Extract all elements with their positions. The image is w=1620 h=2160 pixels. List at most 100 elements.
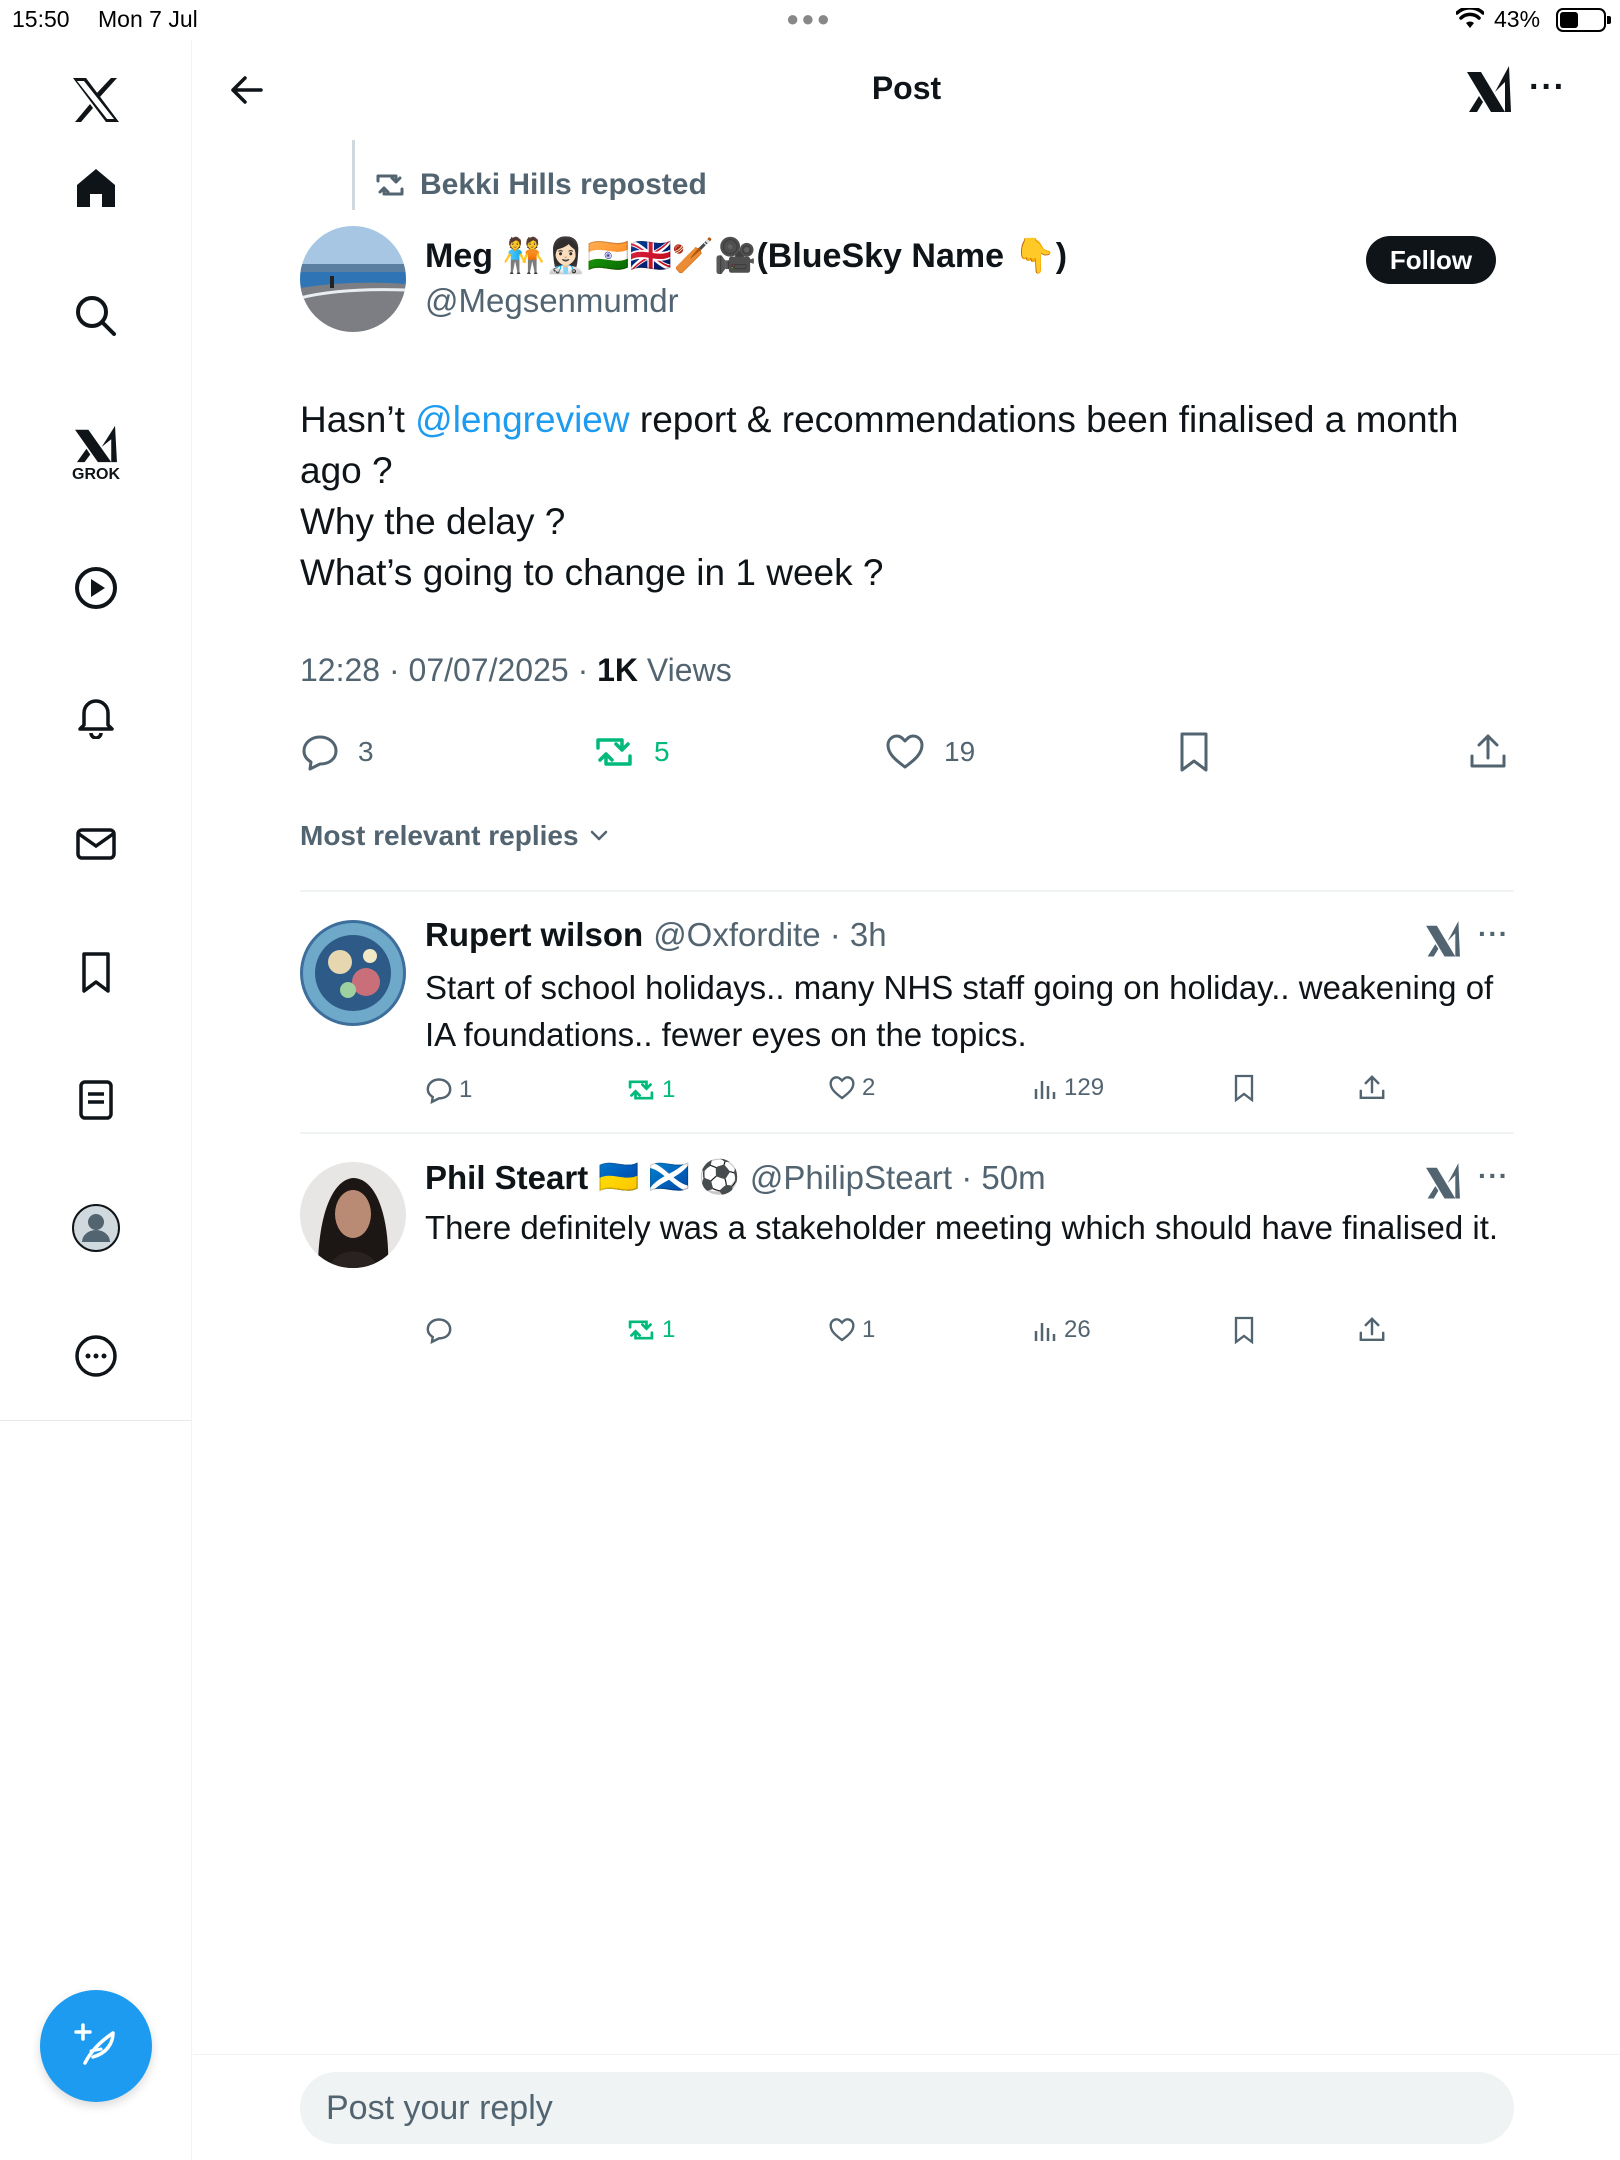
avatar[interactable]	[300, 226, 406, 332]
post-text-line3: What’s going to change in 1 week ?	[300, 552, 884, 593]
reply-repost-button[interactable]: 1	[626, 1316, 675, 1344]
reply-button[interactable]: 3	[300, 722, 374, 782]
reply-bar-divider	[193, 2054, 1620, 2055]
reply-count: 3	[358, 736, 374, 767]
reply-views-button[interactable]: 26	[1032, 1316, 1091, 1344]
follow-button[interactable]: Follow	[1366, 236, 1496, 284]
reply-more-options[interactable]: ···	[1478, 1160, 1509, 1192]
bookmark-icon	[1180, 732, 1208, 772]
repost-icon	[376, 174, 404, 196]
grok-icon[interactable]	[1465, 62, 1513, 114]
reply-share-button[interactable]	[1358, 1074, 1386, 1102]
share-icon	[1359, 1317, 1385, 1342]
reply-avatar[interactable]	[300, 920, 406, 1026]
mention-link[interactable]: @lengreview	[415, 399, 629, 440]
like-button[interactable]: 19	[884, 722, 975, 782]
reply-author-name[interactable]: Rupert wilson	[425, 916, 643, 954]
reply-share-button[interactable]	[1358, 1316, 1386, 1344]
reply-reply-count: 1	[459, 1076, 473, 1103]
video-icon[interactable]	[66, 558, 126, 618]
artwork-avatar-image	[300, 920, 406, 1026]
reply-like-count: 2	[862, 1074, 876, 1101]
reply-repost-button[interactable]: 1	[626, 1076, 675, 1104]
repost-indicator[interactable]: Bekki Hills reposted	[374, 168, 707, 202]
repost-button[interactable]: 5	[592, 722, 670, 782]
grok-icon[interactable]	[1424, 918, 1462, 958]
reply-like-count: 1	[862, 1316, 876, 1343]
reply-author-flags: 🇺🇦 🏴󠁧󠁢󠁳󠁣󠁴󠁿 ⚽	[598, 1158, 740, 1195]
thread-line	[352, 140, 355, 210]
more-options-button[interactable]: ···	[1529, 68, 1566, 107]
reply-header: Phil Steart 🇺🇦 🏴󠁧󠁢󠁳󠁣󠁴󠁿 ⚽ @PhilipSteart ·…	[425, 1158, 1046, 1197]
views-count: 1K	[597, 652, 639, 688]
reply-author-handle[interactable]: @Oxfordite · 3h	[653, 916, 886, 954]
reply-input[interactable]	[300, 2072, 1514, 2144]
post-text-line2: Why the delay ?	[300, 501, 566, 542]
wifi-icon	[1456, 8, 1484, 28]
compose-post-button[interactable]	[40, 1990, 152, 2102]
top-bar: Post ···	[193, 40, 1620, 140]
share-icon	[1470, 734, 1506, 768]
battery-icon	[1556, 8, 1611, 32]
reply-like-button[interactable]: 2	[828, 1074, 875, 1102]
messages-icon[interactable]	[66, 814, 126, 874]
heart-icon	[829, 1318, 855, 1342]
reply-repost-count: 1	[662, 1076, 676, 1103]
divider	[300, 890, 1514, 892]
views-label: Views	[638, 652, 732, 688]
profile-icon[interactable]	[66, 1198, 126, 1258]
page-title: Post	[871, 70, 942, 106]
bookmarks-icon[interactable]	[66, 942, 126, 1002]
multitasking-dots[interactable]: ●●●	[786, 6, 832, 32]
home-icon[interactable]	[66, 158, 126, 218]
bookmark-icon	[1234, 1074, 1254, 1102]
reply-reply-button[interactable]	[425, 1316, 459, 1344]
reply-icon	[302, 735, 338, 771]
status-time: 15:50	[12, 6, 70, 32]
divider	[300, 1132, 1514, 1134]
more-icon[interactable]	[66, 1326, 126, 1386]
post-text: Hasn’t @lengreview report & recommendati…	[300, 394, 1520, 598]
grok-icon[interactable]: GROK	[66, 424, 126, 484]
reply-icon	[426, 1318, 452, 1344]
battery-percent: 43%	[1494, 6, 1541, 32]
reply-repost-count: 1	[662, 1316, 676, 1343]
reply-view-count: 26	[1064, 1316, 1091, 1343]
repost-label: Bekki Hills reposted	[420, 168, 707, 201]
grok-icon[interactable]	[1424, 1160, 1462, 1200]
replies-sort-dropdown[interactable]: Most relevant replies	[300, 820, 611, 852]
compose-feather-icon	[74, 2023, 115, 2065]
reply-avatar[interactable]	[300, 1162, 406, 1268]
x-logo-icon[interactable]	[66, 70, 126, 130]
status-bar: 15:50 Mon 7 Jul ●●● 43%	[0, 0, 1620, 40]
lists-icon[interactable]	[66, 1070, 126, 1130]
share-button[interactable]	[1468, 722, 1508, 782]
reply-reply-button[interactable]: 1	[425, 1076, 472, 1104]
person-avatar-image	[300, 1162, 406, 1268]
author-handle[interactable]: @Megsenmumdr	[425, 282, 679, 320]
repost-count: 5	[654, 736, 670, 767]
reply-author-name[interactable]: Phil Steart	[425, 1159, 588, 1197]
beach-avatar-image	[300, 226, 406, 332]
reply-author-handle[interactable]: @PhilipSteart · 50m	[750, 1159, 1046, 1197]
heart-icon	[829, 1076, 855, 1100]
post-timestamp[interactable]: 12:28 · 07/07/2025 ·	[300, 652, 597, 688]
chevron-down-icon	[590, 830, 607, 841]
grok-label: GROK	[72, 466, 120, 483]
notifications-icon[interactable]	[66, 686, 126, 746]
author-name[interactable]: Meg 🧑‍🤝‍🧑👩🏻‍⚕️🇮🇳🇬🇧🏏🎥(BlueSky Name 👇)	[425, 236, 1067, 276]
repost-icon	[628, 1320, 654, 1340]
share-icon	[1359, 1075, 1385, 1100]
reply-like-button[interactable]: 1	[828, 1316, 875, 1344]
reply-bookmark-button[interactable]	[1232, 1316, 1256, 1344]
reply-more-options[interactable]: ···	[1478, 918, 1509, 950]
repost-icon	[628, 1080, 654, 1100]
post-metadata: 12:28 · 07/07/2025 · 1K Views	[300, 652, 732, 689]
reply-bookmark-button[interactable]	[1232, 1074, 1256, 1102]
reply-header: Rupert wilson @Oxfordite · 3h	[425, 916, 887, 954]
reply-views-button[interactable]: 129	[1032, 1074, 1104, 1102]
bookmark-button[interactable]	[1176, 722, 1212, 782]
search-icon[interactable]	[66, 286, 126, 346]
analytics-icon	[1034, 1081, 1056, 1099]
like-count: 19	[944, 736, 976, 767]
